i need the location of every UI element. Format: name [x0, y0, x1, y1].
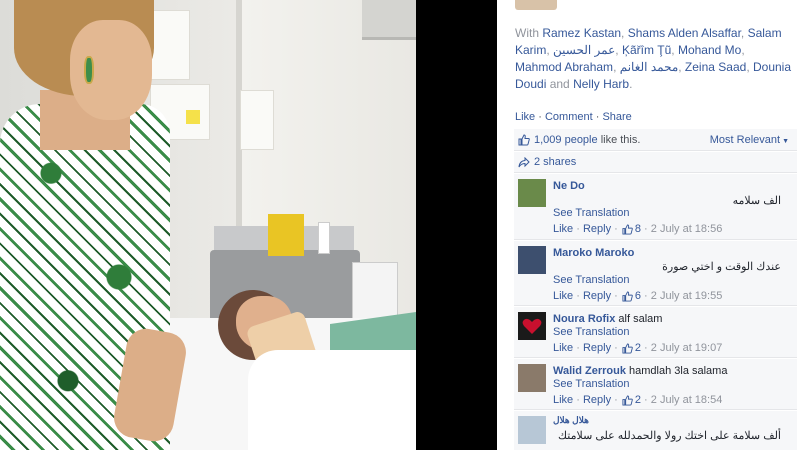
poster-avatar[interactable]: [515, 0, 557, 10]
photo-poster: [150, 10, 190, 80]
tagged-prefix: With: [515, 26, 539, 40]
photo-woman-face: [70, 20, 152, 120]
comment-item: Maroko Maroko عندك الوقت و اختي صورة See…: [514, 241, 797, 306]
sort-dropdown[interactable]: Most Relevant ▼: [710, 134, 789, 146]
comment-text: alf salam: [618, 313, 663, 325]
comment-author-link[interactable]: هلال هلال: [553, 415, 589, 426]
comment-timestamp[interactable]: 2 July at 19:07: [651, 342, 723, 354]
tagged-name-link[interactable]: Mahmod Abraham: [515, 60, 613, 74]
comment-item: Walid Zerrouk hamdlah 3la salama See Tra…: [514, 359, 797, 410]
post-actions: Like · Comment · Share: [515, 111, 632, 123]
likes-suffix: like this.: [600, 133, 641, 146]
comment-author-link[interactable]: Noura Rofix alf salam: [553, 313, 662, 325]
comment-text: الف سلامه: [732, 195, 781, 207]
photo-poster: [240, 90, 274, 150]
likes-summary: 1,009 people like this. Most Relevant ▼: [514, 129, 797, 151]
comment-text: hamdlah 3la salama: [629, 365, 728, 377]
comment-reply-link[interactable]: Reply: [583, 342, 611, 354]
photo-yellow-box: [268, 214, 304, 256]
heart-icon: [522, 318, 542, 334]
photo-bottle: [318, 222, 330, 254]
thumbs-up-icon: [622, 290, 633, 302]
see-translation-link[interactable]: See Translation: [553, 378, 629, 390]
comment-meta: Like · Reply · 8 · 2 July at 18:56: [553, 223, 723, 235]
comment-like-link[interactable]: Like: [553, 342, 573, 354]
comment-text: ألف سلامة على اختك رولا والحمدلله على سل…: [558, 430, 781, 442]
tagged-name-link[interactable]: محمد الغانم: [620, 60, 679, 74]
comment-author-link[interactable]: Maroko Maroko: [553, 247, 634, 259]
shares-summary: 2 shares: [514, 152, 797, 173]
comment-author-link[interactable]: Walid Zerrouk hamdlah 3la salama: [553, 365, 727, 377]
commenter-avatar[interactable]: [518, 312, 546, 340]
comment-reply-link[interactable]: Reply: [583, 223, 611, 235]
thumbs-up-icon: [518, 133, 530, 145]
comment-like-count[interactable]: 6: [635, 290, 641, 302]
comment-link[interactable]: Comment: [545, 111, 593, 123]
tagged-and: and: [549, 77, 570, 91]
share-link[interactable]: Share: [602, 111, 631, 123]
photo-earring: [84, 56, 94, 84]
comment-item: Ne Do الف سلامه See Translation Like · R…: [514, 174, 797, 240]
comment-author-name[interactable]: Walid Zerrouk: [553, 365, 626, 377]
tagged-name-link[interactable]: Ķãřîm Ţũ: [622, 43, 671, 57]
likes-count-link[interactable]: 1,009 people: [534, 134, 598, 146]
photo-dispenser: [362, 0, 416, 40]
post-side-panel: With Ramez Kastan, Shams Alden Alsaffar,…: [497, 0, 800, 450]
tagged-people: With Ramez Kastan, Shams Alden Alsaffar,…: [515, 26, 792, 91]
tagged-name-link[interactable]: Ramez Kastan: [542, 26, 621, 40]
commenter-avatar[interactable]: [518, 179, 546, 207]
tagged-name-link[interactable]: Shams Alden Alsaffar: [628, 26, 741, 40]
see-translation-link[interactable]: See Translation: [553, 274, 629, 286]
shares-link[interactable]: 2 shares: [534, 156, 576, 168]
post-photo[interactable]: [0, 0, 416, 450]
comment-like-count[interactable]: 8: [635, 223, 641, 235]
comment-author-name[interactable]: Noura Rofix: [553, 313, 615, 325]
comment-timestamp[interactable]: 2 July at 19:55: [651, 290, 723, 302]
comment-like-link[interactable]: Like: [553, 223, 573, 235]
see-translation-link[interactable]: See Translation: [553, 207, 629, 219]
action-separator: ·: [535, 111, 545, 123]
comment-meta: Like · Reply · 6 · 2 July at 19:55: [553, 290, 723, 302]
thumbs-up-icon: [622, 223, 633, 235]
comment-like-count[interactable]: 2: [635, 394, 641, 406]
see-translation-link[interactable]: See Translation: [553, 326, 629, 338]
photo-patient-shirt: [248, 350, 416, 450]
photo-warning-sign: [186, 110, 200, 124]
tagged-name-link[interactable]: Mohand Mo: [678, 43, 741, 57]
action-separator: ·: [592, 111, 603, 123]
sort-label: Most Relevant: [709, 133, 781, 146]
comment-text: عندك الوقت و اختي صورة: [662, 261, 781, 273]
comment-item: Noura Rofix alf salam See Translation Li…: [514, 307, 797, 358]
tagged-name-link[interactable]: Zeina Saad: [685, 60, 746, 74]
comment-author-link[interactable]: Ne Do: [553, 180, 585, 192]
comment-like-count[interactable]: 2: [635, 342, 641, 354]
caret-down-icon: ▼: [782, 137, 789, 145]
commenter-avatar[interactable]: [518, 416, 546, 444]
comment-timestamp[interactable]: 2 July at 18:54: [651, 394, 723, 406]
thumbs-up-icon: [622, 394, 633, 406]
thumbs-up-icon: [622, 342, 633, 354]
commenter-avatar[interactable]: [518, 246, 546, 274]
tagged-name-link[interactable]: عمر الحسين: [553, 43, 615, 57]
comment-like-link[interactable]: Like: [553, 394, 573, 406]
tagged-name-link[interactable]: Nelly Harb: [573, 77, 629, 91]
comment-meta: Like · Reply · 2 · 2 July at 18:54: [553, 394, 723, 406]
comment-meta: Like · Reply · 2 · 2 July at 19:07: [553, 342, 723, 354]
comment-reply-link[interactable]: Reply: [583, 394, 611, 406]
comment-like-link[interactable]: Like: [553, 290, 573, 302]
commenter-avatar[interactable]: [518, 364, 546, 392]
share-arrow-icon: [518, 156, 530, 167]
comment-reply-link[interactable]: Reply: [583, 290, 611, 302]
comment-timestamp[interactable]: 2 July at 18:56: [651, 223, 723, 235]
comment-item: هلال هلال ألف سلامة على اختك رولا والحمد…: [514, 411, 797, 450]
like-link[interactable]: Like: [515, 111, 535, 123]
